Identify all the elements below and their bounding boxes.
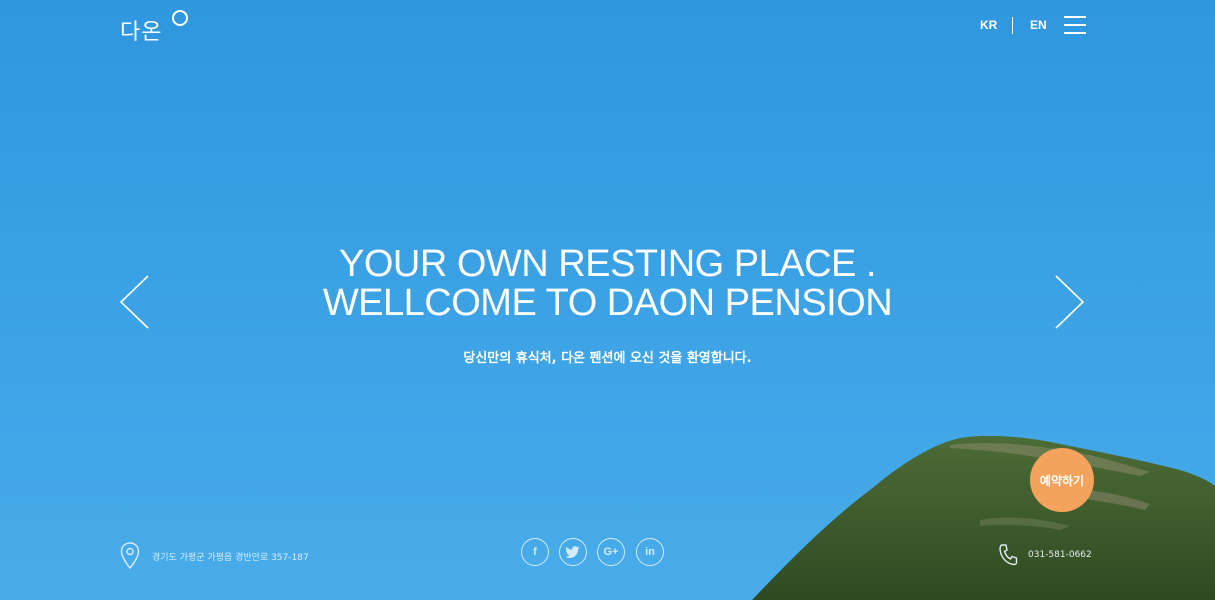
- hero-title-line1: YOUR OWN RESTING PLACE .: [339, 243, 876, 285]
- chevron-right-icon[interactable]: [1050, 274, 1086, 330]
- location-pin-icon: [120, 542, 140, 570]
- phone: 031-581-0662: [998, 543, 1092, 567]
- language-en-link[interactable]: EN: [1030, 18, 1047, 32]
- chevron-left-icon[interactable]: [118, 274, 154, 330]
- address-text: 경기도 가평군 가평읍 경반안로 357-187: [152, 552, 309, 563]
- phone-number: 031-581-0662: [1028, 550, 1092, 560]
- hero-section: 다온 KR EN YOUR OWN RESTING PLACE . WELLCO…: [0, 0, 1215, 600]
- hero-subtitle: 당신만의 휴식처, 다온 펜션에 오신 것을 환영합니다.: [463, 351, 752, 366]
- logo[interactable]: 다온: [120, 10, 188, 46]
- google-plus-label: G+: [603, 546, 619, 558]
- linkedin-label: in: [645, 546, 655, 558]
- facebook-label: f: [533, 546, 537, 558]
- reserve-button[interactable]: 예약하기: [1030, 448, 1094, 512]
- language-divider: [1012, 17, 1013, 34]
- linkedin-icon[interactable]: in: [636, 538, 664, 566]
- speech-bubble-icon: [172, 10, 188, 26]
- hamburger-menu-icon[interactable]: [1064, 16, 1086, 34]
- logo-text: 다온: [120, 20, 163, 45]
- reserve-button-label: 예약하기: [1039, 473, 1085, 488]
- phone-icon: [999, 544, 1018, 566]
- address: 경기도 가평군 가평읍 경반안로 357-187: [120, 542, 309, 570]
- twitter-icon[interactable]: [559, 538, 587, 566]
- facebook-icon[interactable]: f: [521, 538, 549, 566]
- google-plus-icon[interactable]: G+: [597, 538, 625, 566]
- hero-title-line2: WELLCOME TO DAON PENSION: [322, 282, 893, 324]
- twitter-bird-icon: [566, 546, 580, 558]
- language-kr-link[interactable]: KR: [980, 18, 997, 32]
